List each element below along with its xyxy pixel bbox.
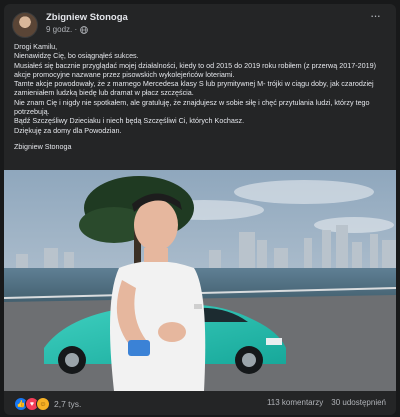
post-footer: 👍 ♥ ☺ 2,7 tys. 113 komentarzy 30 udostęp…: [4, 391, 396, 415]
post-paragraph: Musiałeś się bacznie przyglądać mojej dz…: [14, 60, 376, 79]
post-paragraph: Dziękuję za domy dla Powodzian.: [14, 125, 122, 135]
shares-count[interactable]: 30 udostępnień: [331, 398, 386, 407]
post-paragraph: Bądź Szczęśliwy Dzieciaku i niech będą S…: [14, 116, 245, 126]
post-text: Drogi Kamilu, Nienawidzę Cię, bo osiągną…: [14, 42, 384, 151]
post-time[interactable]: 9 godz. ·: [46, 25, 77, 34]
comments-count[interactable]: 113 komentarzy: [267, 398, 323, 407]
author-name[interactable]: Zbigniew Stonoga: [46, 12, 128, 23]
post-paragraph: Tamte akcje powodowały, że z marnego Mer…: [14, 79, 374, 98]
post-photo[interactable]: [4, 170, 396, 391]
post-header: Zbigniew Stonoga 9 godz. · ···: [12, 9, 388, 42]
post-paragraph: Nie znam Cię i nigdy nie spotkałem, ale …: [14, 97, 370, 117]
hug-icon: ☺: [36, 397, 50, 411]
post-card: Zbigniew Stonoga 9 godz. · ··· Drogi Kam…: [4, 4, 396, 415]
post-signature: Zbigniew Stonoga: [14, 141, 72, 151]
post-paragraph: Nienawidzę Cię, bo osiągnąłeś sukces.: [14, 51, 139, 61]
post-paragraph: Drogi Kamilu,: [14, 42, 58, 51]
engagement-counts: 113 komentarzy 30 udostępnień: [267, 398, 386, 407]
photo-illustration: [4, 170, 396, 391]
more-options-button[interactable]: ···: [364, 9, 386, 26]
reaction-count[interactable]: 2,7 tys.: [54, 399, 81, 409]
globe-icon: [80, 25, 88, 34]
author-avatar[interactable]: [12, 12, 38, 38]
post-meta: 9 godz. ·: [46, 25, 88, 34]
reactions-summary[interactable]: 👍 ♥ ☺ 2,7 tys.: [14, 397, 81, 411]
